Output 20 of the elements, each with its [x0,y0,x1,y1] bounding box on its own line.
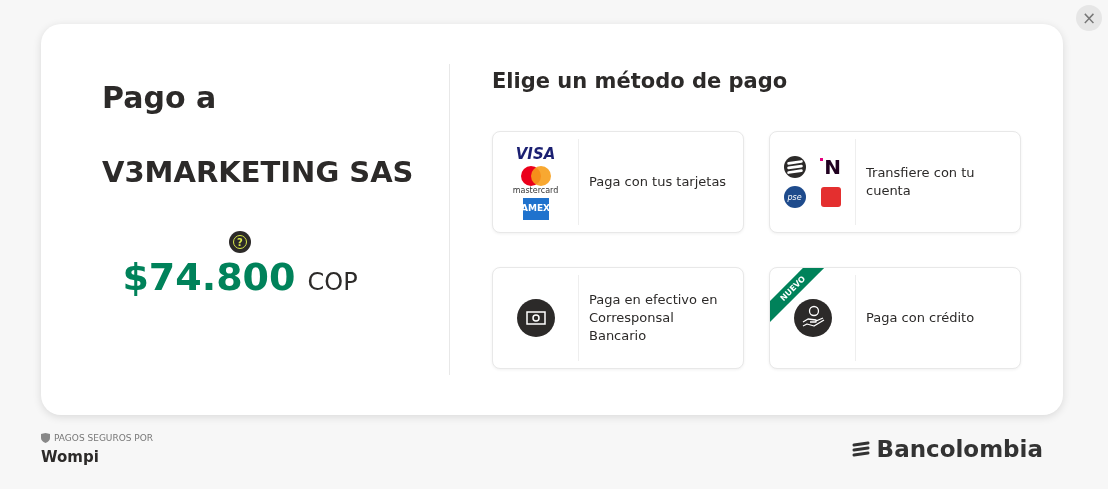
amount: $74.800 [122,255,296,299]
bancolombia-logo: Bancolombia [876,436,1043,462]
payment-method-button[interactable]: Paga en efectivo en Corresponsal Bancario [492,267,744,369]
methods-title: Elige un método de pago [492,69,789,93]
payment-method-button[interactable]: N pse Transfiere con tu cuenta [769,131,1021,233]
payment-heading: Pago a [102,80,218,115]
mastercard-logo: mastercard [512,165,559,195]
hand-coin-icon [793,299,832,337]
close-button[interactable]: × [1076,5,1102,31]
pse-logo: pse [783,186,806,208]
help-icon[interactable]: ? [229,231,251,253]
secure-label: PAGOS SEGUROS POR [54,433,154,443]
visa-logo: VISA [515,144,556,163]
wompi-logo: Wompi [41,448,100,466]
currency: COP [307,268,358,296]
shield-icon [41,433,50,443]
merchant-name: V3MARKETING SAS [102,155,415,189]
bancolombia-logo [783,156,806,178]
cash-icon [516,299,555,337]
nequi-logo: N [820,157,841,177]
